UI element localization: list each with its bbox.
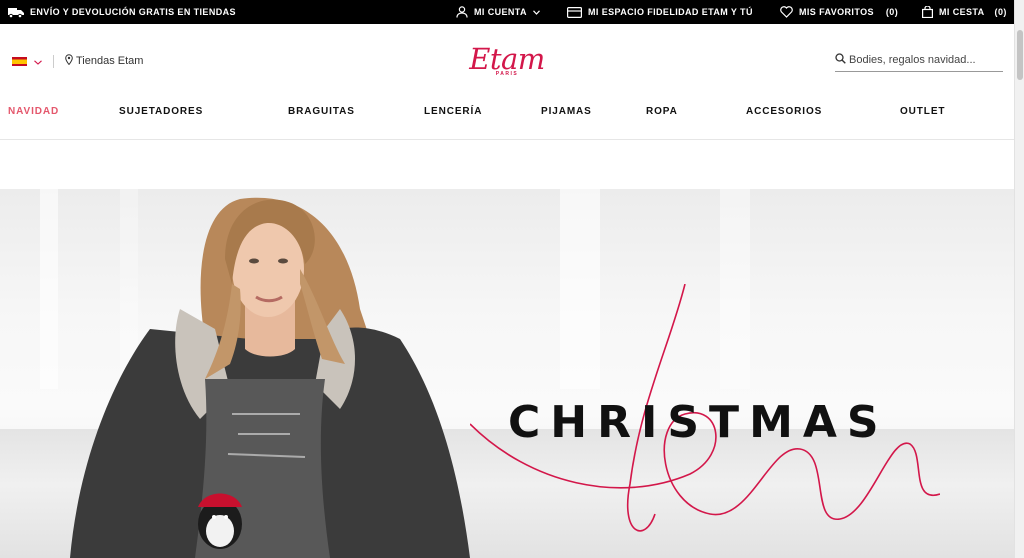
nav-item-pijamas[interactable]: PIJAMAS xyxy=(541,106,592,117)
chevron-down-icon xyxy=(532,9,540,15)
top-bar: ENVÍO Y DEVOLUCIÓN GRATIS EN TIENDAS MI … xyxy=(0,0,1014,24)
nav-item-ropa[interactable]: ROPA xyxy=(646,106,678,117)
chevron-down-icon xyxy=(34,52,42,70)
flag-es-icon xyxy=(12,56,27,66)
hero-headline: CHRISTMAS xyxy=(508,397,889,448)
nav-item-lenceria[interactable]: LENCERÍA xyxy=(424,106,482,117)
main-nav: NAVIDAD SUJETADORES BRAGUITAS LENCERÍA P… xyxy=(0,106,1014,124)
search-bar xyxy=(835,48,1003,72)
scrollbar-thumb[interactable] xyxy=(1017,30,1023,80)
free-shipping-notice: ENVÍO Y DEVOLUCIÓN GRATIS EN TIENDAS xyxy=(8,0,236,24)
nav-item-sujetadores[interactable]: SUJETADORES xyxy=(119,106,203,117)
fidelity-link[interactable]: MI ESPACIO FIDELIDAD ETAM Y TÚ xyxy=(567,0,753,24)
cart-label: MI CESTA xyxy=(939,7,985,17)
favorites-link[interactable]: MIS FAVORITOS (0) xyxy=(780,0,898,24)
language-selector[interactable]: Tiendas Etam xyxy=(12,52,143,70)
user-icon xyxy=(456,6,468,18)
page-scrollbar[interactable] xyxy=(1014,0,1024,558)
model-photo xyxy=(70,197,470,558)
nav-item-outlet[interactable]: OUTLET xyxy=(900,106,945,117)
heart-icon xyxy=(780,6,793,18)
search-input[interactable] xyxy=(849,53,999,66)
my-account-link[interactable]: MI CUENTA xyxy=(456,0,540,24)
store-locator-link[interactable]: Tiendas Etam xyxy=(65,54,143,68)
cart-link[interactable]: MI CESTA (0) xyxy=(922,0,1007,24)
nav-item-braguitas[interactable]: BRAGUITAS xyxy=(288,106,355,117)
bag-icon xyxy=(922,6,933,18)
pin-icon xyxy=(65,54,73,68)
favorites-label: MIS FAVORITOS xyxy=(799,7,874,17)
my-account-label: MI CUENTA xyxy=(474,7,527,17)
fidelity-label: MI ESPACIO FIDELIDAD ETAM Y TÚ xyxy=(588,7,753,17)
truck-icon xyxy=(8,7,24,18)
nav-item-accesorios[interactable]: ACCESORIOS xyxy=(746,106,822,117)
store-locator-label: Tiendas Etam xyxy=(76,55,144,67)
cart-count: (0) xyxy=(994,7,1007,17)
etam-logo[interactable]: Etam PARIS xyxy=(462,44,552,77)
divider xyxy=(53,54,54,68)
hero-banner[interactable]: CHRISTMAS xyxy=(0,189,1014,558)
nav-item-navidad[interactable]: NAVIDAD xyxy=(8,106,59,117)
free-shipping-text: ENVÍO Y DEVOLUCIÓN GRATIS EN TIENDAS xyxy=(30,7,236,17)
logo-wordmark: Etam xyxy=(469,42,545,76)
site-header: Tiendas Etam Etam PARIS NAVIDAD SUJETADO… xyxy=(0,24,1014,140)
search-icon[interactable] xyxy=(835,51,846,69)
favorites-count: (0) xyxy=(885,7,899,17)
card-icon xyxy=(567,6,582,18)
